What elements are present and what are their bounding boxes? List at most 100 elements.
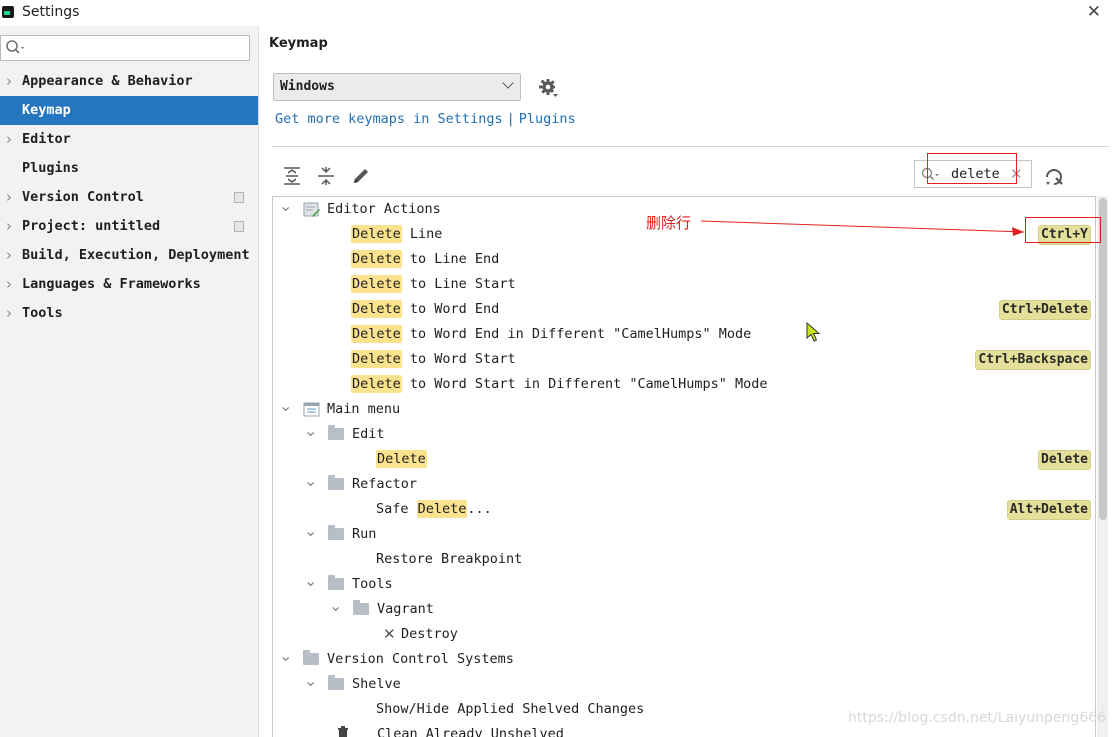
sidebar-item-languages-frameworks[interactable]: › Languages & Frameworks [0, 270, 258, 299]
tree-action-row[interactable]: Safe Delete... Alt+Delete [273, 497, 1095, 522]
tree-row-label: Delete to Word Start [351, 347, 516, 372]
watermark: https://blog.csdn.net/Laiyunpeng666 [848, 710, 1107, 726]
chevron-right-icon[interactable]: › [6, 183, 12, 212]
tree-group-row[interactable]: ⌄ Run [273, 521, 1095, 547]
search-match-highlight: Delete [351, 300, 402, 318]
keymap-dropdown[interactable]: Windows [273, 73, 521, 101]
plugins-link[interactable]: Plugins [519, 111, 576, 127]
tree-action-row[interactable]: Delete to Line Start [273, 272, 1095, 297]
folder-icon [328, 425, 344, 440]
scrollbar-thumb[interactable] [1099, 198, 1107, 520]
page-title: Keymap [269, 36, 328, 51]
sidebar-item-appearance-behavior[interactable]: › Appearance & Behavior [0, 67, 258, 96]
tree-group-row[interactable]: ⌄ Version Control Systems [273, 646, 1095, 672]
divider [272, 146, 1109, 147]
project-level-icon [234, 221, 244, 232]
tree-action-row[interactable]: ✕ Destroy [273, 622, 1095, 647]
sidebar-item-build-execution-deployment[interactable]: › Build, Execution, Deployment [0, 241, 258, 270]
label-segment: Edit [352, 426, 385, 442]
search-match-highlight: Delete [351, 275, 402, 293]
label-segment: to Word End [401, 301, 500, 317]
label-segment: Main menu [327, 401, 401, 417]
chevron-down-icon[interactable]: ⌄ [304, 668, 317, 693]
folder-icon [353, 600, 369, 615]
chevron-down-icon[interactable]: ⌄ [304, 518, 317, 543]
trash-icon [338, 726, 348, 737]
get-more-keymaps-link[interactable]: Get more keymaps in Settings [275, 111, 503, 127]
tree-action-row[interactable]: Delete to Word End in Different "CamelHu… [273, 322, 1095, 347]
tree-group-row[interactable]: ⌄ Vagrant [273, 596, 1095, 622]
chevron-down-icon[interactable]: ⌄ [279, 393, 292, 418]
tree-row-label: Delete [376, 447, 427, 472]
chevron-down-icon[interactable]: ⌄ [329, 593, 342, 618]
sidebar-item-keymap[interactable]: Keymap [0, 96, 258, 125]
chevron-right-icon[interactable]: › [6, 212, 12, 241]
search-icon [6, 40, 24, 54]
tree-row-label: Safe Delete... [376, 497, 492, 522]
tree-group-row[interactable]: ⌄ Edit [273, 421, 1095, 447]
label-segment: Editor Actions [327, 201, 441, 217]
label-segment: Restore Breakpoint [376, 551, 523, 567]
sidebar-item-label: Plugins [22, 160, 79, 176]
window-title: Settings [22, 4, 80, 20]
gear-icon[interactable] [537, 77, 559, 99]
tree-action-row[interactable]: Restore Breakpoint [273, 547, 1095, 572]
chevron-down-icon[interactable]: ⌄ [304, 468, 317, 493]
pycharm-app-icon [2, 6, 14, 18]
edit-pencil-icon[interactable] [350, 165, 372, 187]
label-segment: Run [352, 526, 377, 542]
link-separator: | [506, 111, 515, 127]
collapse-all-icon[interactable] [315, 165, 337, 187]
sidebar-item-tools[interactable]: › Tools [0, 299, 258, 328]
sidebar-search-input[interactable] [0, 35, 250, 61]
sidebar-item-label: Editor [22, 131, 71, 147]
chevron-down-icon [502, 77, 514, 89]
chevron-down-icon[interactable]: ⌄ [279, 197, 292, 218]
label-segment: Show/Hide Applied Shelved Changes [376, 701, 645, 717]
tree-row-label: Restore Breakpoint [376, 547, 522, 572]
tree-action-row[interactable]: Delete to Word Start Ctrl+Backspace [273, 347, 1095, 372]
chevron-down-icon[interactable]: ⌄ [304, 568, 317, 593]
annotation-label: 删除行 [646, 214, 692, 232]
sidebar-item-project-untitled[interactable]: › Project: untitled [0, 212, 258, 241]
shortcut-badge: Ctrl+Backspace [975, 350, 1091, 370]
tree-action-row[interactable]: Delete to Word Start in Different "Camel… [273, 372, 1095, 397]
tree-action-row[interactable]: Delete to Line End [273, 247, 1095, 272]
tree-group-row[interactable]: ⌄ Refactor [273, 471, 1095, 497]
sidebar-item-plugins[interactable]: Plugins [0, 154, 258, 183]
chevron-right-icon[interactable]: › [6, 67, 12, 96]
chevron-right-icon[interactable]: › [6, 241, 12, 270]
tree-action-row[interactable]: Delete Delete [273, 447, 1095, 472]
chevron-right-icon[interactable]: › [6, 299, 12, 328]
folder-icon [328, 475, 344, 490]
sidebar-item-editor[interactable]: › Editor [0, 125, 258, 154]
label-segment: Refactor [352, 476, 418, 492]
sidebar-item-label: Version Control [22, 189, 144, 205]
sidebar-item-label: Tools [22, 305, 63, 321]
folder-icon [303, 650, 319, 665]
tree-group-row[interactable]: ⌄ Shelve [273, 671, 1095, 697]
expand-all-icon[interactable] [281, 165, 303, 187]
find-by-shortcut-icon[interactable] [1043, 165, 1067, 189]
chevron-down-icon[interactable]: ⌄ [279, 643, 292, 668]
label-segment: ... [467, 501, 492, 517]
chevron-right-icon[interactable]: › [6, 270, 12, 299]
tree-row-label: Vagrant [377, 597, 434, 622]
tree-row-label: Tools [352, 572, 393, 597]
label-segment: Tools [352, 576, 393, 592]
close-icon[interactable]: ✕ [1087, 2, 1101, 22]
annotation-box-shortcut [1025, 217, 1101, 243]
label-segment: Line [401, 226, 443, 242]
chevron-right-icon[interactable]: › [6, 125, 12, 154]
sidebar-item-label: Appearance & Behavior [22, 73, 193, 89]
tree-row-label: Main menu [327, 397, 400, 422]
title-bar: Settings ✕ [0, 0, 1113, 26]
tree-action-row[interactable]: Delete to Word End Ctrl+Delete [273, 297, 1095, 322]
folder-icon [328, 675, 344, 690]
destroy-icon: ✕ [383, 625, 396, 643]
sidebar-item-version-control[interactable]: › Version Control [0, 183, 258, 212]
tree-row-label: Delete to Line End [351, 247, 499, 272]
tree-group-row[interactable]: ⌄ Tools [273, 571, 1095, 597]
chevron-down-icon[interactable]: ⌄ [304, 418, 317, 443]
tree-group-row[interactable]: ⌄ Main menu [273, 396, 1095, 422]
